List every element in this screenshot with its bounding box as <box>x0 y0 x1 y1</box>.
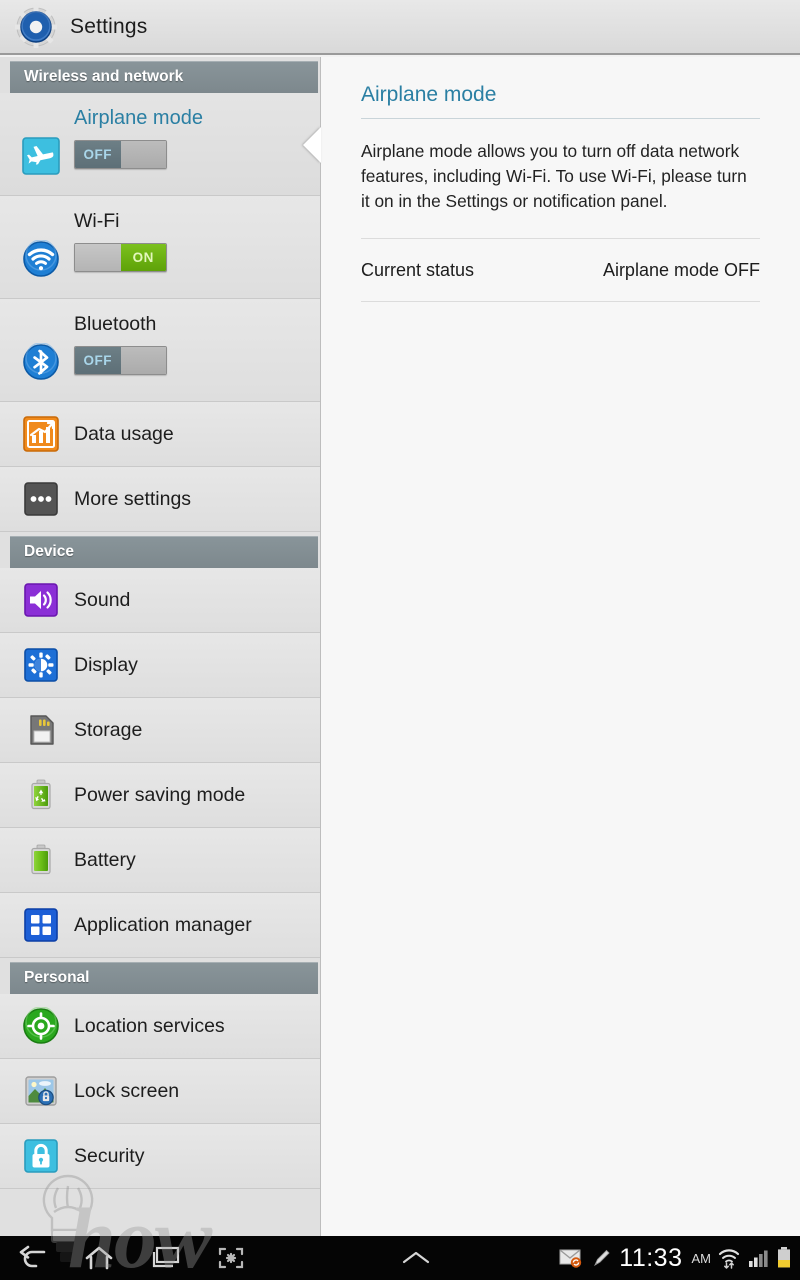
toggle-state-label: OFF <box>75 347 121 374</box>
screen-capture-icon <box>218 1247 244 1269</box>
settings-screen: Settings Wireless and network Airplane m… <box>0 0 800 1280</box>
battery-recycle-icon <box>22 776 60 814</box>
section-header-personal: Personal <box>10 962 318 994</box>
sidebar-item-label: Power saving mode <box>74 783 246 806</box>
sidebar-item-wifi[interactable]: Wi-Fi ON <box>0 196 320 299</box>
bluetooth-icon <box>22 342 60 381</box>
sidebar-item-label: Sound <box>74 588 131 611</box>
home-button[interactable] <box>66 1236 132 1280</box>
location-target-icon <box>22 1006 60 1045</box>
section-header-wireless: Wireless and network <box>10 61 318 93</box>
sidebar-item-label: Display <box>74 653 138 676</box>
battery-status-icon <box>778 1247 790 1268</box>
back-arrow-icon <box>19 1245 46 1268</box>
detail-panel: Airplane mode Airplane mode allows you t… <box>321 57 800 1236</box>
toggle-state-label: OFF <box>75 141 121 168</box>
detail-description: Airplane mode allows you to turn off dat… <box>361 119 760 239</box>
sidebar-item-sound[interactable]: Sound <box>0 568 320 633</box>
airplane-icon <box>22 137 60 175</box>
toggle-thumb <box>75 244 121 271</box>
sidebar-item-label: Lock screen <box>74 1079 180 1102</box>
sidebar-item-security[interactable]: Security <box>0 1124 320 1189</box>
sidebar-item-label: Data usage <box>74 422 174 445</box>
sidebar-item-label: Security <box>74 1144 145 1167</box>
sidebar-item-label: Bluetooth <box>74 313 157 335</box>
home-icon <box>85 1246 113 1270</box>
current-status-value: Airplane mode OFF <box>602 260 760 280</box>
sidebar-item-data-usage[interactable]: Data usage <box>0 402 320 467</box>
current-status-label: Current status <box>361 260 475 280</box>
chevron-up-icon <box>403 1251 430 1264</box>
toggle-thumb <box>120 347 166 374</box>
settings-sidebar[interactable]: Wireless and network Airplane mode OFF W… <box>0 57 321 1236</box>
sidebar-item-display[interactable]: Display <box>0 633 320 698</box>
sidebar-item-battery[interactable]: Battery <box>0 828 320 893</box>
app-grid-icon <box>22 906 60 944</box>
lock-screen-photo-icon <box>22 1072 60 1110</box>
wifi-toggle[interactable]: ON <box>74 243 167 272</box>
sidebar-item-location-services[interactable]: Location services <box>0 994 320 1059</box>
back-button[interactable] <box>0 1236 66 1280</box>
recents-button[interactable] <box>132 1236 198 1280</box>
current-status-row: Current status Airplane mode OFF <box>361 239 760 302</box>
page-title: Settings <box>70 14 148 38</box>
sidebar-item-label: Location services <box>74 1014 225 1037</box>
toggle-state-label: ON <box>120 244 166 271</box>
title-bar: Settings <box>0 0 800 55</box>
sidebar-item-label: Wi-Fi <box>74 210 120 232</box>
toggle-thumb <box>120 141 166 168</box>
sd-card-icon <box>22 711 60 749</box>
sidebar-item-power-saving-mode[interactable]: Power saving mode <box>0 763 320 828</box>
sidebar-item-airplane-mode[interactable]: Airplane mode OFF <box>0 93 320 196</box>
pencil-icon <box>594 1249 610 1267</box>
wifi-icon <box>22 239 60 278</box>
sidebar-item-label: Battery <box>74 848 136 871</box>
battery-icon <box>22 841 60 879</box>
more-settings-dots-icon <box>22 480 60 518</box>
sidebar-item-label: Application manager <box>74 913 252 936</box>
sidebar-item-lock-screen[interactable]: Lock screen <box>0 1059 320 1124</box>
clock-time: 11:33 <box>619 1243 683 1272</box>
brightness-icon <box>22 646 60 684</box>
padlock-icon <box>22 1137 60 1175</box>
settings-gear-icon <box>14 5 58 49</box>
detail-title: Airplane mode <box>361 57 760 119</box>
bluetooth-toggle[interactable]: OFF <box>74 346 167 375</box>
selected-item-pointer <box>303 127 321 163</box>
sidebar-item-label: Storage <box>74 718 143 741</box>
airplane-mode-toggle[interactable]: OFF <box>74 140 167 169</box>
screenshot-button[interactable] <box>198 1236 264 1280</box>
recent-apps-icon <box>152 1246 180 1268</box>
email-sync-icon <box>559 1249 582 1268</box>
clock-ampm: AM <box>691 1250 712 1266</box>
sidebar-item-bluetooth[interactable]: Bluetooth OFF <box>0 299 320 402</box>
cellular-signal-icon <box>749 1250 768 1267</box>
sidebar-item-storage[interactable]: Storage <box>0 698 320 763</box>
expand-button[interactable] <box>383 1236 449 1280</box>
data-usage-chart-icon <box>22 415 60 453</box>
section-header-device: Device <box>10 536 318 568</box>
speaker-icon <box>22 581 60 619</box>
sidebar-item-label: More settings <box>74 487 192 510</box>
sidebar-item-label: Airplane mode <box>74 107 203 129</box>
sidebar-item-application-manager[interactable]: Application manager <box>0 893 320 958</box>
sidebar-item-more-settings[interactable]: More settings <box>0 467 320 532</box>
wifi-transfer-icon <box>718 1249 740 1269</box>
navigation-bar: 11:33 AM <box>0 1236 800 1280</box>
status-area[interactable]: 11:33 AM <box>559 1244 800 1273</box>
